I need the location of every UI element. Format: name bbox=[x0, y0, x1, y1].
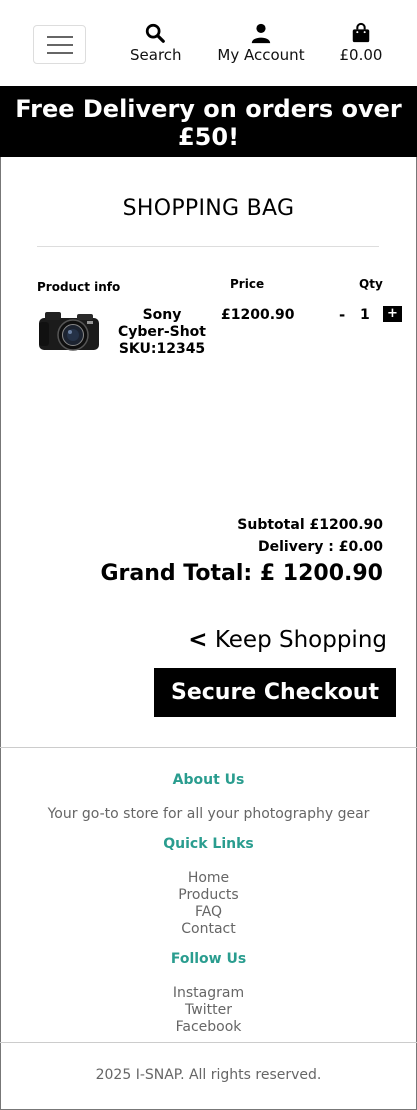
footer-quick-links: Home Products FAQ Contact bbox=[0, 870, 417, 938]
nav-bag-total: £0.00 bbox=[339, 46, 383, 64]
keep-shopping-label: Keep Shopping bbox=[214, 627, 387, 653]
footer-link-twitter[interactable]: Twitter bbox=[0, 1002, 417, 1019]
search-icon bbox=[145, 23, 165, 43]
site-header: Search My Account £0.00 bbox=[0, 0, 417, 86]
footer-link-instagram[interactable]: Instagram bbox=[0, 985, 417, 1002]
nav-bag-link[interactable]: £0.00 bbox=[336, 22, 386, 64]
footer-link-products[interactable]: Products bbox=[0, 887, 417, 904]
column-header-price: Price bbox=[230, 277, 265, 291]
nav-account-label: My Account bbox=[217, 46, 305, 64]
footer-link-home[interactable]: Home bbox=[0, 870, 417, 887]
product-price: £1200.90 bbox=[221, 307, 295, 323]
footer-link-facebook[interactable]: Facebook bbox=[0, 1019, 417, 1036]
product-name[interactable]: Sony Cyber-Shot SKU:12345 bbox=[118, 307, 206, 358]
footer-divider bbox=[0, 747, 417, 748]
footer-link-faq[interactable]: FAQ bbox=[0, 904, 417, 921]
menu-icon-bar bbox=[47, 52, 73, 54]
footer-social-links: Instagram Twitter Facebook bbox=[0, 985, 417, 1036]
page-title: SHOPPING BAG bbox=[122, 196, 295, 221]
delivery-cost: Delivery : £0.00 bbox=[258, 539, 383, 555]
column-header-product: Product info bbox=[37, 280, 121, 294]
decrease-quantity-button[interactable]: - bbox=[339, 306, 345, 324]
footer-quick-links-heading: Quick Links bbox=[163, 836, 254, 852]
nav-search-link[interactable]: Search bbox=[130, 22, 182, 64]
copyright-text: 2025 I-SNAP. All rights reserved. bbox=[95, 1067, 322, 1083]
footer-about-text: Your go-to store for all your photograph… bbox=[47, 806, 370, 822]
divider bbox=[37, 246, 379, 247]
shopping-bag-icon bbox=[352, 22, 370, 43]
keep-shopping-link[interactable]: < Keep Shopping bbox=[188, 627, 387, 653]
grand-total: Grand Total: £ 1200.90 bbox=[100, 561, 383, 586]
copyright-divider bbox=[0, 1042, 417, 1043]
quantity-value[interactable]: 1 bbox=[360, 307, 370, 323]
nav-account-link[interactable]: My Account bbox=[215, 22, 307, 64]
free-delivery-banner: Free Delivery on orders over £50! bbox=[0, 86, 417, 157]
secure-checkout-button[interactable]: Secure Checkout bbox=[154, 668, 396, 717]
menu-icon-bar bbox=[47, 36, 73, 38]
footer-about-heading: About Us bbox=[172, 772, 245, 788]
nav-search-label: Search bbox=[130, 46, 182, 64]
menu-icon-bar bbox=[47, 44, 73, 46]
menu-toggle-button[interactable] bbox=[33, 25, 86, 64]
footer-link-contact[interactable]: Contact bbox=[0, 921, 417, 938]
increase-quantity-button[interactable]: + bbox=[383, 306, 402, 322]
subtotal: Subtotal £1200.90 bbox=[237, 517, 383, 533]
user-icon bbox=[251, 23, 271, 44]
page-frame bbox=[0, 0, 417, 1110]
camera-product-image[interactable] bbox=[37, 304, 101, 354]
footer-follow-heading: Follow Us bbox=[170, 951, 247, 967]
column-header-qty: Qty bbox=[359, 277, 383, 291]
chevron-left-icon: < bbox=[188, 627, 208, 653]
